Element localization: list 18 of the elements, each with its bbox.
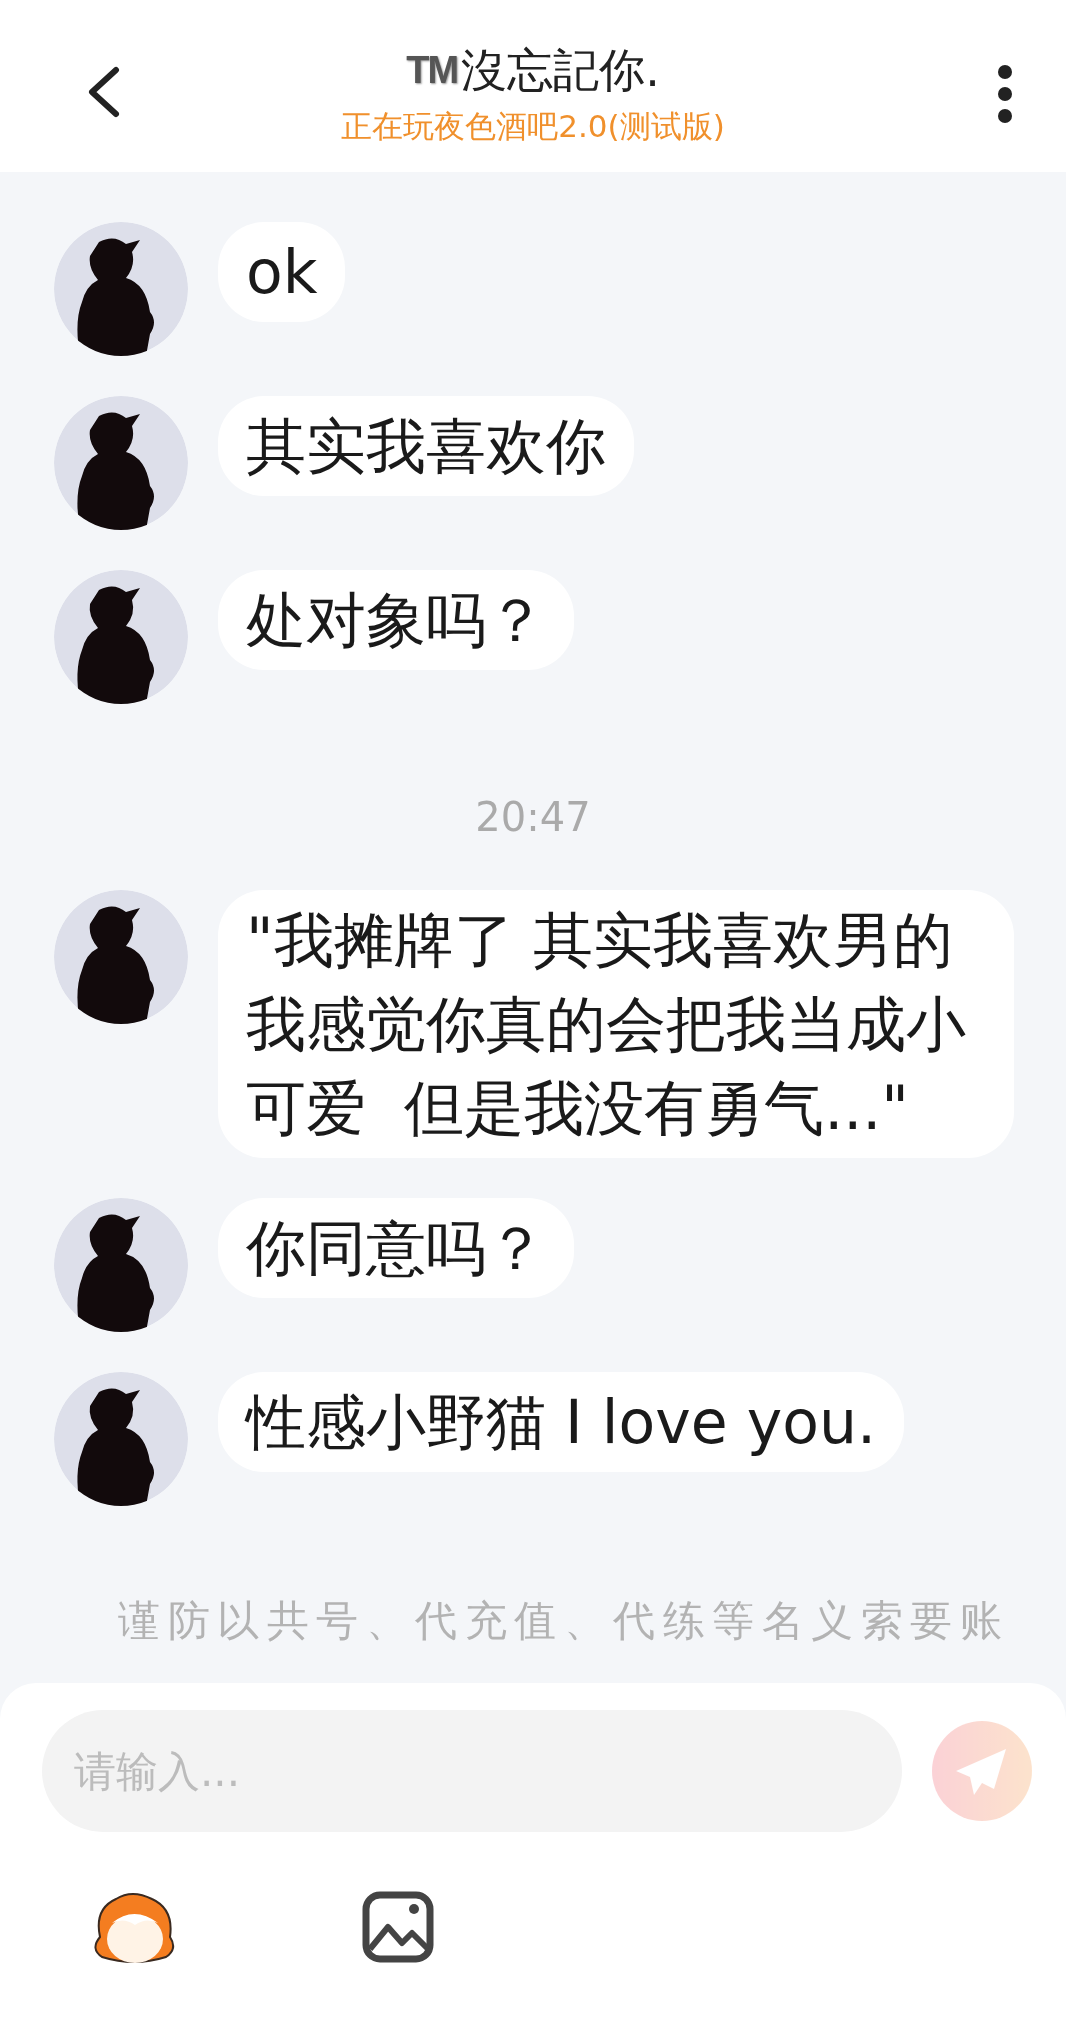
timestamp: 20:47 (474, 794, 592, 840)
avatar[interactable] (54, 1198, 188, 1332)
message-bubble: "我摊牌了 其实我喜欢男的我感觉你真的会把我当成小可爱 但是我没有勇气..." (218, 890, 1014, 1158)
avatar[interactable] (54, 570, 188, 704)
image-icon[interactable] (362, 1891, 434, 1963)
message-bubble: 其实我喜欢你 (218, 396, 634, 496)
notice-text: 谨防以共号、代充值、代练等名义索要账 (117, 1595, 1010, 1647)
contact-name: 沒忘記你. (461, 42, 660, 99)
trademark-label: TM (406, 48, 458, 92)
message-bubble: 处对象吗？ (218, 570, 574, 670)
avatar[interactable] (54, 396, 188, 530)
avatar[interactable] (54, 1372, 188, 1506)
message-bubble: 你同意吗？ (218, 1198, 574, 1298)
avatar[interactable] (54, 890, 188, 1024)
message-bubble: ok (218, 222, 346, 322)
avatar[interactable] (54, 222, 188, 356)
status-text: 正在玩夜色酒吧2.0(测试版) (341, 107, 725, 146)
message-bubble: 性感小野猫 I love you. (218, 1372, 905, 1472)
